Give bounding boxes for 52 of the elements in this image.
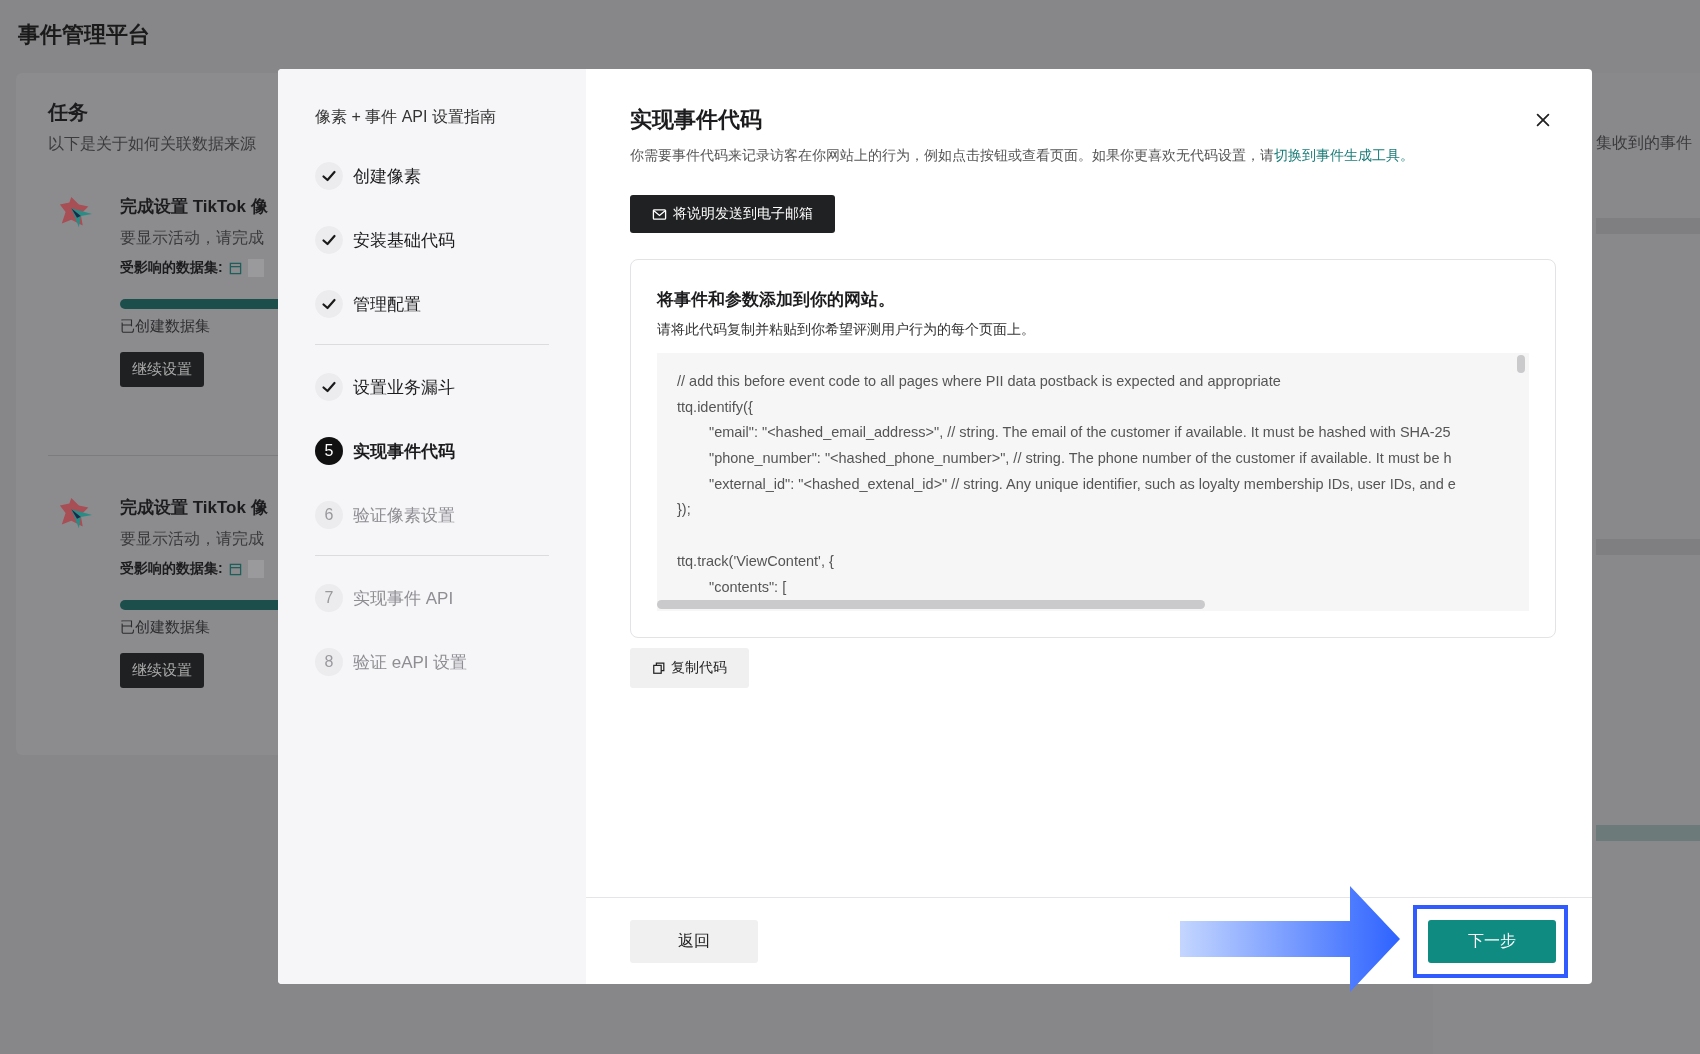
- check-icon: [315, 290, 343, 318]
- code-line: "external_id": "<hashed_extenal_id>" // string. Any unique identifier, such as loyalty membership IDs, user IDs, and e: [709, 475, 1456, 492]
- code-line: ttq.track('ViewContent', {: [677, 552, 834, 569]
- copy-icon: [652, 661, 666, 675]
- dataset-label: 受影响的数据集:: [120, 259, 223, 277]
- switch-tool-link[interactable]: 切换到事件生成工具。: [1274, 147, 1414, 163]
- dataset-icon: [228, 562, 242, 576]
- progress-label: 已创建数据集: [120, 317, 210, 336]
- code-line: });: [677, 501, 691, 518]
- code-line: "email": "<hashed_email_address>", // string. The email of the customer if available. It must be hashed with SHA-25: [709, 424, 1451, 441]
- tasks-title: 任务: [48, 100, 88, 125]
- code-line: "contents": [: [709, 578, 787, 595]
- task-title: 完成设置 TikTok 像: [120, 497, 268, 519]
- step-item[interactable]: 管理配置: [353, 292, 421, 316]
- dialog-title: 实现事件代码: [630, 106, 762, 134]
- code-line: "phone_number": "<hashed_phone_number>", // string. The phone number of the customer if available. It must be h: [709, 450, 1452, 467]
- step-number: 7: [315, 584, 343, 612]
- step-number: 8: [315, 648, 343, 676]
- send-email-button[interactable]: 将说明发送到电子邮箱: [630, 195, 835, 233]
- step-item[interactable]: 实现事件代码: [353, 439, 455, 463]
- events-text: 集收到的事件: [1596, 133, 1693, 153]
- description: 你需要事件代码来记录访客在你网站上的行为，例如点击按钮或查看页面。如果你更喜欢无代码设置，请切换到事件生成工具。: [630, 147, 1414, 165]
- step-item[interactable]: 安装基础代码: [353, 228, 455, 252]
- dataset-icon: [228, 261, 242, 275]
- app-title: 事件管理平台: [17, 21, 151, 49]
- scrollbar[interactable]: [657, 600, 1205, 609]
- code-heading: 将事件和参数添加到你的网站。: [657, 289, 896, 311]
- check-icon: [315, 373, 343, 401]
- step-item[interactable]: 设置业务漏斗: [353, 375, 455, 399]
- step-number: 5: [315, 437, 343, 465]
- mail-icon: [652, 206, 667, 222]
- scrollbar[interactable]: [1517, 355, 1525, 373]
- task-description: 要显示活动，请完成: [120, 228, 264, 248]
- continue-button[interactable]: 继续设置: [120, 352, 204, 387]
- back-button[interactable]: 返回: [630, 919, 758, 963]
- close-icon[interactable]: [1534, 111, 1552, 129]
- check-icon: [315, 226, 343, 254]
- check-icon: [315, 162, 343, 190]
- dataset-label: 受影响的数据集:: [120, 560, 223, 578]
- code-line: ttq.identify({: [677, 398, 753, 415]
- next-button[interactable]: 下一步: [1428, 919, 1556, 963]
- task-title: 完成设置 TikTok 像: [120, 196, 268, 218]
- continue-button[interactable]: 继续设置: [120, 653, 204, 688]
- guide-title: 像素 + 事件 API 设置指南: [315, 107, 497, 127]
- copy-code-button[interactable]: 复制代码: [630, 648, 749, 688]
- step-number: 6: [315, 501, 343, 529]
- step-item[interactable]: 创建像素: [353, 164, 421, 188]
- progress-label: 已创建数据集: [120, 618, 210, 637]
- code-line: // add this before event code to all pages where PII data postback is expected and appropriate: [677, 373, 1281, 389]
- tasks-subtitle: 以下是关于如何关联数据来源: [48, 134, 256, 154]
- code-instructions: 请将此代码复制并粘贴到你希望评测用户行为的每个页面上。: [657, 321, 1036, 339]
- task-description: 要显示活动，请完成: [120, 529, 264, 549]
